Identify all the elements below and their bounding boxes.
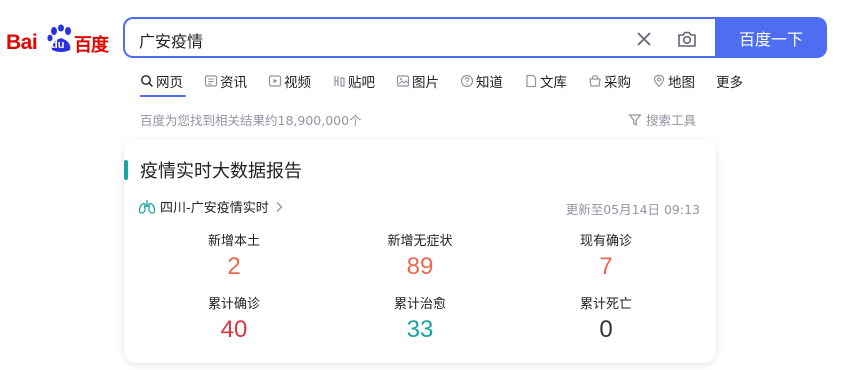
stat-label: 累计治愈 <box>393 297 446 312</box>
stat-total-cured: 累计治愈 33 <box>340 293 500 344</box>
image-icon <box>396 75 410 87</box>
map-icon <box>653 74 665 88</box>
tab-zhidao[interactable]: 知道 <box>460 70 503 92</box>
stat-label: 累计死亡 <box>579 297 632 312</box>
filter-icon <box>628 113 642 126</box>
stat-total-deaths: 累计死亡 0 <box>526 293 686 344</box>
tab-web[interactable]: 网页 <box>140 70 183 92</box>
tab-video[interactable]: 视频 <box>268 70 311 92</box>
search-input[interactable]: 广安疫情 <box>139 28 619 52</box>
region-label: 四川-广安疫情实时 <box>160 201 269 216</box>
tab-label: 网页 <box>156 75 183 91</box>
search-tools-label: 搜索工具 <box>646 113 697 128</box>
stat-value: 0 <box>599 316 613 343</box>
stat-label: 新增无症状 <box>387 234 453 249</box>
tab-label: 文库 <box>540 75 567 91</box>
stat-label: 现有确诊 <box>579 234 632 249</box>
stat-new-local: 新增本土 2 <box>154 230 314 281</box>
tieba-icon <box>334 76 345 87</box>
tab-label: 更多 <box>716 75 743 91</box>
stat-value: 40 <box>220 316 248 343</box>
clear-icon[interactable] <box>634 29 654 49</box>
video-icon <box>268 75 282 87</box>
region-link[interactable]: 四川-广安疫情实时 <box>138 197 284 216</box>
epidemic-card: 疫情实时大数据报告 四川-广安疫情实时 更新至05月14日 09:13 新增本土… <box>124 140 716 363</box>
stat-current-confirmed: 现有确诊 7 <box>526 230 686 281</box>
tab-caigou[interactable]: 采购 <box>588 70 631 92</box>
update-time: 更新至05月14日 09:13 <box>565 202 700 217</box>
tab-bar: 网页 资讯 视频 贴吧 图片 知道 文库 采购 地图 更多 <box>140 70 764 98</box>
document-icon <box>526 74 537 88</box>
stat-label: 累计确诊 <box>207 297 260 312</box>
card-title[interactable]: 疫情实时大数据报告 <box>140 157 302 183</box>
tab-label: 视频 <box>284 75 311 91</box>
stat-total-confirmed: 累计确诊 40 <box>154 293 314 344</box>
tab-news[interactable]: 资讯 <box>204 70 247 92</box>
logo-paw-text: du <box>51 39 65 51</box>
camera-icon[interactable] <box>676 28 698 50</box>
result-count: 百度为您找到相关结果约18,900,000个 <box>140 113 362 128</box>
tab-label: 知道 <box>476 75 503 91</box>
tab-label: 图片 <box>412 75 439 91</box>
tab-label: 地图 <box>668 75 695 91</box>
tab-more[interactable]: 更多 <box>716 70 743 92</box>
tab-label: 资讯 <box>220 75 247 91</box>
stat-new-asymptomatic: 新增无症状 89 <box>340 230 500 281</box>
search-icon <box>141 75 153 87</box>
chevron-right-icon <box>276 201 283 212</box>
search-box[interactable]: 广安疫情 <box>123 17 717 58</box>
active-tab-indicator <box>140 95 186 97</box>
baidu-logo[interactable]: Bai du 百度 <box>6 24 110 58</box>
search-button[interactable]: 百度一下 <box>715 17 827 58</box>
tab-images[interactable]: 图片 <box>396 70 439 92</box>
logo-text-latin: Bai <box>6 31 38 54</box>
shop-icon <box>589 75 601 87</box>
tab-label: 贴吧 <box>348 75 375 91</box>
tab-map[interactable]: 地图 <box>652 70 695 92</box>
logo-text-chinese: 百度 <box>74 35 109 56</box>
search-tools-button[interactable]: 搜索工具 <box>628 110 696 129</box>
lungs-icon <box>138 199 156 214</box>
tab-label: 采购 <box>604 75 631 91</box>
stat-value: 89 <box>406 253 434 280</box>
stat-value: 2 <box>227 253 241 280</box>
question-icon <box>460 74 474 88</box>
news-icon <box>204 75 218 87</box>
tab-wenku[interactable]: 文库 <box>524 70 567 92</box>
stat-label: 新增本土 <box>207 234 260 249</box>
stat-value: 7 <box>599 253 613 280</box>
title-accent-bar <box>124 160 128 180</box>
tab-tieba[interactable]: 贴吧 <box>332 70 375 92</box>
stat-value: 33 <box>406 316 434 343</box>
